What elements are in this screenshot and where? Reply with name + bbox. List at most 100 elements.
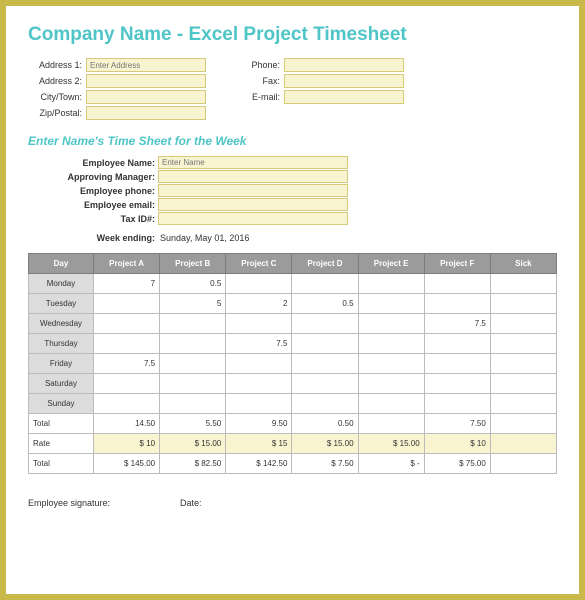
summary-cell	[358, 414, 424, 434]
summary-cell: 9.50	[226, 414, 292, 434]
employee-section: Employee Name: Approving Manager: Employ…	[28, 156, 557, 225]
page-title: Company Name - Excel Project Timesheet	[28, 24, 557, 46]
summary-cell: 7.50	[424, 414, 490, 434]
addr2-input[interactable]	[86, 74, 206, 88]
week-ending-label: Week ending:	[28, 233, 158, 243]
fax-input[interactable]	[284, 74, 404, 88]
hours-cell[interactable]	[490, 274, 556, 294]
hours-cell[interactable]	[490, 334, 556, 354]
hours-cell[interactable]	[490, 354, 556, 374]
hours-cell[interactable]	[93, 334, 159, 354]
hours-cell[interactable]	[424, 274, 490, 294]
hours-cell[interactable]	[226, 374, 292, 394]
day-cell: Friday	[29, 354, 94, 374]
col-header: Day	[29, 254, 94, 274]
addr1-label: Address 1:	[28, 60, 86, 70]
hours-cell[interactable]	[292, 334, 358, 354]
hours-cell[interactable]: 7.5	[226, 334, 292, 354]
row-label: Total	[29, 414, 94, 434]
phone-input[interactable]	[284, 58, 404, 72]
col-header: Project B	[160, 254, 226, 274]
hours-cell[interactable]: 0.5	[292, 294, 358, 314]
hours-cell[interactable]	[358, 394, 424, 414]
hours-cell[interactable]: 7.5	[424, 314, 490, 334]
hours-cell[interactable]	[226, 354, 292, 374]
hours-cell[interactable]	[358, 274, 424, 294]
hours-cell[interactable]	[160, 374, 226, 394]
col-header: Sick	[490, 254, 556, 274]
hours-cell[interactable]	[160, 334, 226, 354]
hours-cell[interactable]	[292, 354, 358, 374]
employee-signature-label: Employee signature:	[28, 498, 110, 508]
emp-taxid-input[interactable]	[158, 212, 348, 225]
hours-cell[interactable]	[424, 294, 490, 314]
hours-cell[interactable]	[358, 354, 424, 374]
hours-cell[interactable]	[93, 394, 159, 414]
hours-cell[interactable]	[358, 334, 424, 354]
hours-cell[interactable]	[160, 394, 226, 414]
hours-cell[interactable]	[490, 294, 556, 314]
col-header: Project E	[358, 254, 424, 274]
hours-cell[interactable]	[424, 354, 490, 374]
subtitle: Enter Name's Time Sheet for the Week	[28, 134, 557, 148]
hours-cell[interactable]	[358, 294, 424, 314]
hours-cell[interactable]	[490, 314, 556, 334]
hours-cell[interactable]	[358, 374, 424, 394]
hours-cell[interactable]	[358, 314, 424, 334]
summary-cell: 14.50	[93, 414, 159, 434]
summary-cell: $ 82.50	[160, 454, 226, 474]
hours-cell[interactable]	[226, 314, 292, 334]
hours-cell[interactable]	[93, 374, 159, 394]
summary-cell	[490, 454, 556, 474]
summary-cell: $ -	[358, 454, 424, 474]
summary-cell: 5.50	[160, 414, 226, 434]
hours-cell[interactable]	[424, 394, 490, 414]
addr1-input[interactable]	[86, 58, 206, 72]
hours-cell[interactable]: 5	[160, 294, 226, 314]
hours-cell[interactable]: 7.5	[93, 354, 159, 374]
day-cell: Wednesday	[29, 314, 94, 334]
emp-taxid-label: Tax ID#:	[28, 214, 158, 224]
hours-cell[interactable]: 7	[93, 274, 159, 294]
hours-cell[interactable]	[424, 374, 490, 394]
week-ending-value: Sunday, May 01, 2016	[158, 233, 249, 243]
emp-email-input[interactable]	[158, 198, 348, 211]
timesheet-table: DayProject AProject BProject CProject DP…	[28, 253, 557, 474]
summary-cell: $ 15.00	[160, 434, 226, 454]
hours-cell[interactable]	[160, 314, 226, 334]
summary-cell: 0.50	[292, 414, 358, 434]
email-input[interactable]	[284, 90, 404, 104]
hours-cell[interactable]: 2	[226, 294, 292, 314]
city-input[interactable]	[86, 90, 206, 104]
emp-name-input[interactable]	[158, 156, 348, 169]
zip-label: Zip/Postal:	[28, 108, 86, 118]
hours-cell[interactable]	[292, 274, 358, 294]
zip-input[interactable]	[86, 106, 206, 120]
emp-manager-label: Approving Manager:	[28, 172, 158, 182]
hours-cell[interactable]	[424, 334, 490, 354]
hours-cell[interactable]	[292, 314, 358, 334]
day-cell: Sunday	[29, 394, 94, 414]
hours-cell[interactable]	[490, 374, 556, 394]
hours-cell[interactable]	[490, 394, 556, 414]
emp-phone-input[interactable]	[158, 184, 348, 197]
addr2-label: Address 2:	[28, 76, 86, 86]
summary-cell	[490, 434, 556, 454]
hours-cell[interactable]	[292, 374, 358, 394]
hours-cell[interactable]	[292, 394, 358, 414]
emp-name-label: Employee Name:	[28, 158, 158, 168]
emp-manager-input[interactable]	[158, 170, 348, 183]
hours-cell[interactable]	[226, 394, 292, 414]
emp-email-label: Employee email:	[28, 200, 158, 210]
day-cell: Monday	[29, 274, 94, 294]
row-label: Total	[29, 454, 94, 474]
hours-cell[interactable]	[160, 354, 226, 374]
hours-cell[interactable]	[93, 314, 159, 334]
hours-cell[interactable]: 0.5	[160, 274, 226, 294]
hours-cell[interactable]	[93, 294, 159, 314]
row-label: Rate	[29, 434, 94, 454]
day-cell: Saturday	[29, 374, 94, 394]
day-cell: Thursday	[29, 334, 94, 354]
email-label: E-mail:	[246, 92, 284, 102]
hours-cell[interactable]	[226, 274, 292, 294]
